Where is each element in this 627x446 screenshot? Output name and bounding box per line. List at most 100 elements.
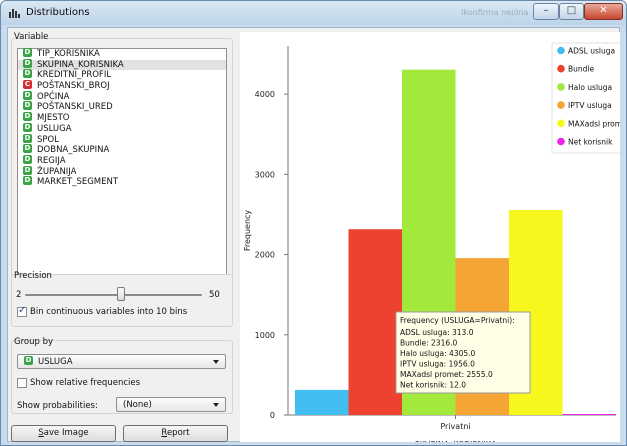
chevron-down-icon: [213, 403, 219, 407]
legend-swatch: [557, 101, 565, 109]
chart-legend: ADSL usluga Bundle Halo usluga IPTV usluga M…: [551, 42, 626, 154]
variable-list-item-label: SKUPINA_KORISNIKA: [37, 59, 124, 70]
discrete-variable-icon: D: [24, 356, 33, 365]
variable-list-item[interactable]: D KREDITNI_PROFIL: [18, 69, 226, 81]
discrete-variable-icon: D: [23, 90, 32, 100]
precision-min-label: 2: [16, 290, 22, 300]
bar-bundle[interactable]: [348, 229, 403, 415]
variable-list-item[interactable]: D TIP_KORISNIKA: [18, 48, 226, 60]
maximize-button[interactable]: □: [559, 3, 584, 20]
variable-list-item-label: SPOL: [37, 134, 59, 145]
legend-label: Net korisnik: [568, 138, 613, 147]
y-tick-label: 4000: [255, 90, 275, 99]
tooltip-line: MAXadsl promet: 2555.0: [400, 370, 493, 379]
variable-list[interactable]: D TIP_KORISNIKA D SKUPINA_KORISNIKA D KREDITN…: [17, 48, 227, 280]
report-button[interactable]: Report: [123, 425, 228, 442]
tooltip-line: Bundle: 2316.0: [400, 339, 457, 348]
variable-list-item[interactable]: C POŠTANSKI_BROJ: [18, 80, 226, 92]
y-axis-title: Frequency: [243, 210, 252, 252]
discrete-variable-icon: D: [23, 165, 32, 175]
distribution-chart[interactable]: 0 1000 2000 3000 4000 Frequency Privatni SKUPIN…: [240, 32, 626, 445]
distribution-plot[interactable]: 0 1000 2000 3000 4000 Frequency Privatni SKUPIN…: [240, 32, 626, 445]
y-tick-label: 0: [270, 411, 275, 420]
continuous-variable-icon: C: [23, 80, 32, 90]
variable-list-item-label: OPĆINA: [37, 91, 70, 102]
tooltip-line: Halo usluga: 4305.0: [400, 349, 476, 358]
precision-slider-track[interactable]: [25, 294, 202, 296]
variable-list-item-label: POŠTANSKI_URED: [37, 102, 113, 113]
variable-list-item[interactable]: D ŽUPANIJA: [18, 165, 226, 178]
bin-continuous-label: Bin continuous variables into 10 bins: [30, 307, 188, 317]
variable-list-item-label: MJESTO: [37, 113, 70, 124]
y-tick-label: 2000: [255, 251, 275, 260]
variable-list-item[interactable]: D SPOL: [18, 133, 226, 146]
variable-list-item-label: DOBNA_SKUPINA: [37, 145, 110, 156]
probabilities-select[interactable]: (None): [116, 397, 226, 412]
bin-continuous-checkbox[interactable]: [17, 305, 27, 317]
variable-list-item-label: ŽUPANIJA: [37, 166, 77, 177]
discrete-variable-icon: D: [23, 133, 32, 143]
variable-list-item[interactable]: D OPĆINA: [18, 90, 226, 103]
relative-frequencies-checkbox[interactable]: [17, 378, 27, 388]
client-area: Variable D TIP_KORISNIKA D SKUPINA_KORISNIK…: [7, 27, 626, 445]
title-bar[interactable]: Distributions Ikonfirma nejdna – □ ✕: [1, 1, 626, 25]
group-by-value: USLUGA: [38, 357, 73, 367]
discrete-variable-icon: D: [23, 58, 32, 68]
variable-list-item[interactable]: D USLUGA: [18, 122, 226, 135]
bar-adsl-usluga[interactable]: [295, 389, 349, 415]
discrete-variable-icon: D: [23, 154, 32, 164]
legend-label: Halo usluga: [568, 83, 612, 92]
legend-swatch: [557, 64, 565, 73]
precision-max-label: 50: [209, 290, 220, 300]
variable-list-item[interactable]: D SKUPINA_KORISNIKA: [18, 58, 226, 71]
group-by-group-title: Group by: [14, 337, 54, 347]
variable-list-item-label: USLUGA: [37, 123, 72, 134]
variable-list-item-label: REGIJA: [37, 155, 66, 166]
legend-swatch: [557, 46, 565, 55]
y-tick-label: 3000: [255, 170, 275, 179]
discrete-variable-icon: D: [23, 69, 32, 79]
bar-tooltip: Frequency (USLUGA=Privatni): ADSL usluga:…: [395, 311, 531, 394]
x-axis-title: SKUPINA_KORISNIKA: [415, 440, 497, 442]
precision-group-title: Precision: [14, 271, 52, 281]
bar-net-korisnik[interactable]: [562, 414, 617, 415]
save-image-button[interactable]: Save Image: [11, 425, 116, 442]
variable-list-item[interactable]: D REGIJA: [18, 154, 226, 167]
distributions-window: Distributions Ikonfirma nejdna – □ ✕ Var…: [0, 0, 627, 446]
discrete-variable-icon: D: [23, 48, 32, 57]
variable-list-item-label: TIP_KORISNIKA: [37, 49, 100, 59]
x-tick-label: Privatni: [440, 422, 470, 431]
probabilities-value: (None): [123, 400, 152, 410]
group-by-select[interactable]: D USLUGA: [17, 354, 226, 369]
legend-swatch: [557, 119, 565, 128]
legend-label: MAXadsl promet: [568, 119, 620, 128]
window-title: Distributions: [26, 7, 90, 18]
legend-label: ADSL usluga: [568, 47, 615, 56]
relative-frequencies-label: Show relative frequencies: [30, 378, 141, 388]
variable-list-item[interactable]: D MARKET_SEGMENT: [18, 176, 226, 188]
variable-list-item-label: MARKET_SEGMENT: [37, 177, 119, 188]
tooltip-line: Net korisnik: 12.0: [400, 381, 466, 390]
tooltip-line: IPTV usluga: 1956.0: [400, 360, 475, 369]
discrete-variable-icon: D: [23, 112, 32, 122]
variable-list-item-label: KREDITNI_PROFIL: [37, 70, 112, 81]
variable-list-item[interactable]: D POŠTANSKI_URED: [18, 101, 226, 113]
background-window-title: Ikonfirma nejdna: [461, 8, 529, 17]
variable-list-item[interactable]: D MJESTO: [18, 112, 226, 124]
bar-chart-icon: [9, 9, 20, 18]
variable-list-item-label: POŠTANSKI_BROJ: [37, 81, 110, 92]
variable-group-title: Variable: [14, 32, 49, 42]
legend-box: [551, 42, 622, 154]
close-button[interactable]: ✕: [584, 3, 623, 20]
tooltip-line: ADSL usluga: 313.0: [400, 328, 474, 337]
minimize-button[interactable]: –: [533, 3, 559, 20]
discrete-variable-icon: D: [23, 176, 32, 186]
tooltip-title: Frequency (USLUGA=Privatni):: [400, 316, 515, 325]
legend-swatch: [557, 83, 565, 91]
legend-label: IPTV usluga: [568, 101, 612, 110]
discrete-variable-icon: D: [23, 101, 32, 111]
probabilities-label: Show probabilities:: [17, 401, 98, 411]
precision-slider-handle[interactable]: [117, 287, 125, 301]
variable-list-item[interactable]: D DOBNA_SKUPINA: [18, 144, 226, 156]
y-tick-label: 1000: [255, 331, 275, 340]
